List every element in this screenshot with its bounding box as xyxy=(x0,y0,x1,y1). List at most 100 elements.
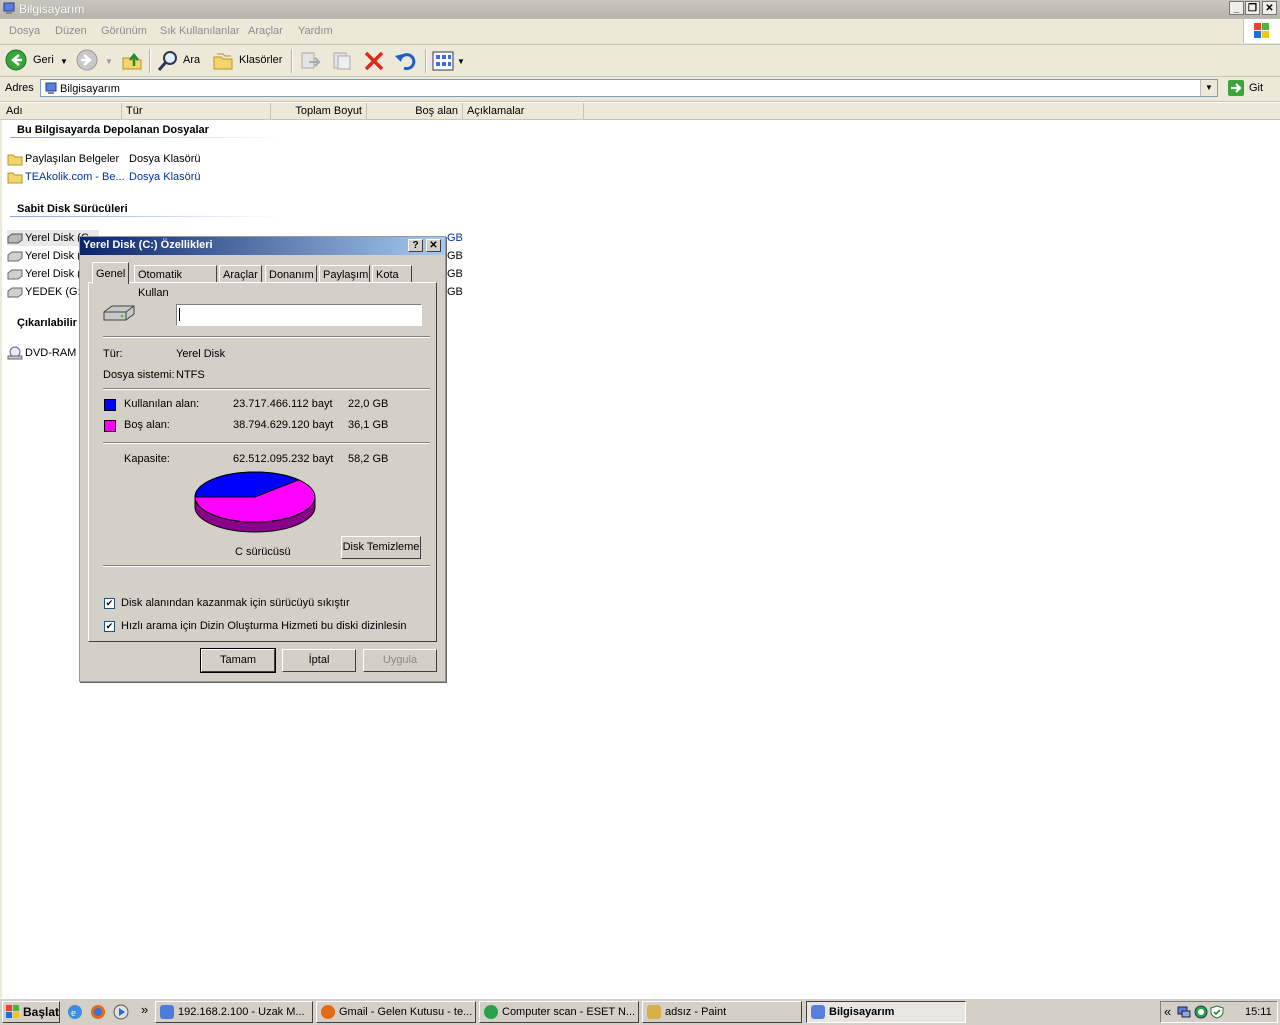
back-dropdown-icon[interactable]: ▼ xyxy=(60,57,68,66)
column-header-name[interactable]: Adı xyxy=(2,103,122,119)
group-header-removable: Çıkarılabilir xyxy=(17,317,77,329)
views-dropdown-icon[interactable]: ▼ xyxy=(457,57,465,66)
security-shield-icon[interactable] xyxy=(1210,1005,1224,1022)
filesystem-label: Dosya sistemi: xyxy=(103,369,175,381)
maximize-button[interactable]: ❐ xyxy=(1245,1,1260,15)
list-item-type: Dosya Klasörü xyxy=(129,153,201,165)
network-icon[interactable] xyxy=(1177,1005,1191,1022)
menu-tools[interactable]: Araçlar xyxy=(248,25,283,37)
folders-icon[interactable] xyxy=(212,50,234,75)
address-value: Bilgisayarım xyxy=(60,83,120,95)
index-checkbox[interactable]: ✔ xyxy=(104,621,115,632)
list-item[interactable]: TEAkolik.com - Be... xyxy=(7,169,125,185)
window-title: Bilgisayarım xyxy=(19,2,85,16)
tab-general[interactable]: Genel xyxy=(92,262,129,284)
compress-label[interactable]: Disk alanından kazanmak için sürücüyü sı… xyxy=(121,597,350,609)
ie-icon[interactable]: e xyxy=(67,1004,83,1023)
window-title-bar[interactable]: Bilgisayarım _ ❐ ✕ xyxy=(0,0,1280,19)
type-label: Tür: xyxy=(103,348,123,360)
dialog-close-button[interactable]: ✕ xyxy=(426,239,441,252)
list-item[interactable]: Yerel Disk (E xyxy=(7,266,88,282)
address-label: Adres xyxy=(5,82,34,94)
compress-checkbox[interactable]: ✔ xyxy=(104,598,115,609)
paint-icon xyxy=(647,1005,661,1019)
menu-favorites[interactable]: Sık Kullanılanlar xyxy=(160,25,240,37)
type-value: Yerel Disk xyxy=(176,348,226,360)
forward-dropdown-icon[interactable]: ▼ xyxy=(105,57,113,66)
back-arrow-icon[interactable] xyxy=(5,49,27,74)
start-label: Başlat xyxy=(23,1005,60,1019)
eset-tray-icon[interactable] xyxy=(1194,1005,1208,1022)
menu-file[interactable]: Dosya xyxy=(9,25,40,37)
hard-disk-icon xyxy=(102,302,136,327)
delete-icon[interactable] xyxy=(363,50,385,75)
start-button[interactable]: Başlat xyxy=(2,1001,60,1023)
menu-help[interactable]: Yardım xyxy=(298,25,333,37)
tab-sharing[interactable]: Paylaşım xyxy=(319,265,370,283)
folder-icon xyxy=(7,152,23,166)
task-gmail[interactable]: Gmail - Gelen Kutusu - te... xyxy=(316,1001,476,1023)
cancel-button[interactable]: İptal xyxy=(282,649,356,672)
address-bar: Adres Bilgisayarım ▼ Git xyxy=(0,77,1280,102)
column-header-total-size[interactable]: Toplam Boyut xyxy=(271,103,367,119)
copy-to-icon[interactable] xyxy=(331,50,353,75)
undo-icon[interactable] xyxy=(394,50,416,75)
list-item-type: Dosya Klasörü xyxy=(129,171,201,183)
column-header-comments[interactable]: Açıklamalar xyxy=(463,103,584,119)
ok-button[interactable]: Tamam xyxy=(200,648,276,673)
task-paint[interactable]: adsız - Paint xyxy=(642,1001,802,1023)
apply-button[interactable]: Uygula xyxy=(363,649,437,672)
hard-disk-icon xyxy=(7,267,23,281)
firefox-icon xyxy=(321,1005,335,1019)
index-label[interactable]: Hızlı arama için Dizin Oluşturma Hizmeti… xyxy=(121,620,406,632)
tab-autoplay[interactable]: Otomatik Kullan xyxy=(134,265,217,299)
minimize-button[interactable]: _ xyxy=(1229,1,1244,15)
search-button-label[interactable]: Ara xyxy=(183,54,200,66)
column-header-row: Adı Tür Toplam Boyut Boş alan Açıklamala… xyxy=(0,103,1280,120)
go-arrow-icon[interactable] xyxy=(1227,79,1245,100)
dialog-title-bar[interactable]: Yerel Disk (C:) Özellikleri ? ✕ xyxy=(80,237,445,255)
column-header-free-space[interactable]: Boş alan xyxy=(367,103,463,119)
volume-name-input[interactable] xyxy=(176,304,422,326)
system-tray: « 15:11 xyxy=(1160,1001,1278,1023)
disk-cleanup-button[interactable]: Disk Temizleme xyxy=(341,536,421,559)
list-item[interactable]: Paylaşılan Belgeler xyxy=(7,151,119,167)
task-my-computer[interactable]: Bilgisayarım xyxy=(806,1001,966,1023)
used-space-label: Kullanılan alan: xyxy=(124,398,200,410)
menu-view[interactable]: Görünüm xyxy=(101,25,147,37)
tray-expand-button[interactable]: « xyxy=(1164,1004,1171,1019)
list-item[interactable]: DVD-RAM S xyxy=(7,345,87,361)
tab-quota[interactable]: Kota xyxy=(372,265,412,283)
folders-button-label[interactable]: Klasörler xyxy=(239,54,282,66)
clock[interactable]: 15:11 xyxy=(1245,1006,1272,1018)
move-to-icon[interactable] xyxy=(299,50,321,75)
search-icon[interactable] xyxy=(156,49,180,76)
general-tab-panel: Tür: Yerel Disk Dosya sistemi: NTFS Kull… xyxy=(88,282,437,642)
close-button[interactable]: ✕ xyxy=(1262,1,1277,15)
go-button-label[interactable]: Git xyxy=(1249,82,1263,94)
task-remote-desktop[interactable]: 192.168.2.100 - Uzak M... xyxy=(155,1001,313,1023)
back-button-label[interactable]: Geri xyxy=(33,54,54,66)
firefox-icon[interactable] xyxy=(90,1004,106,1023)
quick-launch-more[interactable]: » xyxy=(141,1002,148,1017)
address-dropdown-button[interactable]: ▼ xyxy=(1200,80,1217,96)
media-player-icon[interactable] xyxy=(113,1004,129,1023)
free-space-swatch xyxy=(104,420,116,432)
forward-arrow-icon[interactable] xyxy=(76,49,98,74)
up-folder-icon[interactable] xyxy=(121,50,143,75)
menu-edit[interactable]: Düzen xyxy=(55,25,87,37)
eset-icon xyxy=(484,1005,498,1019)
computer-icon xyxy=(3,2,15,15)
free-space-bytes: 38.794.629.120 bayt xyxy=(233,419,334,431)
views-icon[interactable] xyxy=(432,50,454,75)
list-item-size: GB xyxy=(447,250,463,262)
list-item[interactable]: YEDEK (G:) xyxy=(7,284,84,300)
address-input[interactable]: Bilgisayarım ▼ xyxy=(40,79,1218,97)
capacity-gb: 58,2 GB xyxy=(348,453,389,465)
tab-tools[interactable]: Araçlar xyxy=(219,265,262,283)
tab-hardware[interactable]: Donanım xyxy=(265,265,317,283)
list-item[interactable]: Yerel Disk (D xyxy=(7,248,89,264)
task-eset-scan[interactable]: Computer scan - ESET N... xyxy=(479,1001,639,1023)
help-button[interactable]: ? xyxy=(408,239,423,252)
column-header-type[interactable]: Tür xyxy=(122,103,271,119)
